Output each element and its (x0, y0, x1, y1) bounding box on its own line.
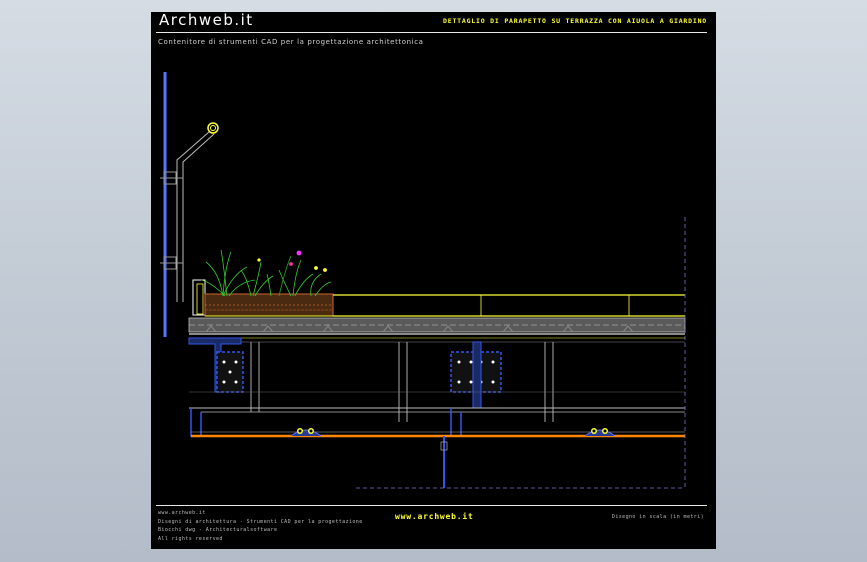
section-boundary (356, 217, 686, 489)
footer-line: www.archweb.it (158, 510, 206, 516)
drawing-sheet: Archweb.it DETTAGLIO DI PARAPETTO SU TER… (151, 11, 716, 549)
railing-post (160, 122, 219, 302)
ceiling-layer (191, 428, 685, 488)
footer-rule (156, 505, 707, 506)
flower (296, 250, 302, 256)
handrail-inner (210, 125, 216, 131)
footer-url: www.archweb.it (395, 512, 474, 521)
handrail-section (207, 122, 219, 134)
footer-line: All rights reserved (158, 535, 223, 542)
footer-line: Biocchi dwg - Architecturalsoftware (158, 527, 278, 533)
structure (188, 337, 685, 437)
plants (200, 249, 332, 297)
footer-scale-note: Disegno in scala (in metri) (611, 514, 704, 520)
cad-section-drawing (160, 72, 686, 489)
footer-credits: www.archweb.it Disegni di architettura -… (158, 509, 363, 543)
footer-line: Disegni di architettura - Strumenti CAD … (158, 518, 363, 525)
